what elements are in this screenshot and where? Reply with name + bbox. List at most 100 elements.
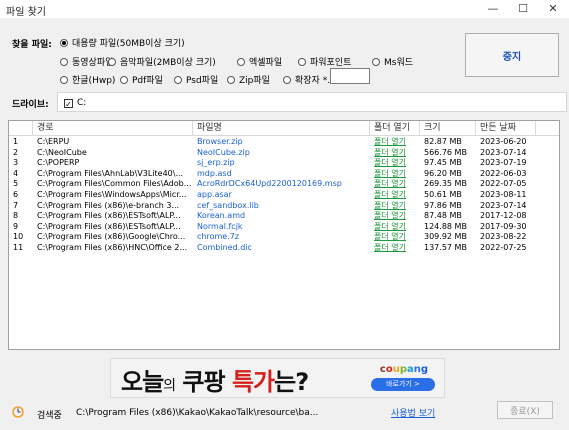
cell-date: 2022-07-05 — [480, 179, 527, 189]
cell-open-folder-link[interactable]: 폴더 열기 — [370, 190, 420, 200]
title-bar: 파일 찾기 — ☐ ✕ — [0, 0, 569, 18]
cell-filename: cef_sandbox.lib — [197, 200, 259, 210]
radio-dot[interactable] — [237, 57, 245, 66]
radio-dot[interactable] — [60, 38, 68, 47]
col-open-folder[interactable]: 폴더 열기 — [370, 121, 420, 135]
radio-msword[interactable]: Ms워드 — [372, 55, 413, 68]
table-row[interactable]: 11 C:\Program Files (x86)\HNC\Office 2...… — [9, 243, 559, 253]
coupang-logo: coupang — [379, 364, 429, 375]
loading-spinner-icon — [12, 406, 24, 418]
cell-size: 50.61 MB — [424, 190, 462, 199]
radio-video[interactable]: 동영상파일 — [60, 55, 113, 68]
cell-size: 269.35 MB — [424, 179, 467, 189]
cell-path: C:\POPERP — [37, 158, 80, 168]
status-label: 검색중 — [37, 411, 62, 421]
radio-powerpoint[interactable]: 파워포인트 — [298, 55, 351, 68]
table-row[interactable]: 9 C:\Program Files (x86)\ESTsoft\ALP... No… — [9, 222, 559, 232]
col-size[interactable]: 크기 — [420, 121, 476, 135]
cell-open-folder-link[interactable]: 폴더 열기 — [370, 148, 420, 158]
cell-size: 96.20 MB — [424, 168, 462, 178]
radio-zip[interactable]: Zip파일 — [227, 73, 270, 86]
cell-open-folder-link[interactable]: 폴더 열기 — [370, 222, 420, 232]
table-row[interactable]: 1 C:\ERPU Browser.zip 폴더 열기 82.87 MB 2023-06-… — [9, 137, 559, 147]
close-button[interactable]: ✕ — [538, 0, 568, 18]
cell-path: C:\Program Files (x86)\HNC\Office 2... — [37, 243, 188, 252]
cell-open-folder-link[interactable]: 폴더 열기 — [370, 243, 420, 253]
cell-filename: app.asar — [197, 190, 232, 199]
radio-dot[interactable] — [283, 75, 291, 84]
radio-pdf[interactable]: Pdf파일 — [120, 73, 163, 86]
cell-open-folder-link[interactable]: 폴더 열기 — [370, 137, 420, 147]
ad-word: 는? — [274, 368, 309, 396]
drive-item-c[interactable]: ✓ C: — [64, 98, 87, 109]
table-row[interactable]: 2 C:\NeoICube NeoICube.zip 폴더 열기 566.76 MB 20… — [9, 148, 559, 158]
cell-open-folder-link[interactable]: 폴더 열기 — [370, 169, 420, 179]
cell-filename: Normal.fcjk — [197, 221, 243, 231]
radio-label: 한글(Hwp) — [72, 76, 116, 86]
cell-path: C:\Program Files (x86)\e-branch 3... — [37, 200, 180, 210]
table-row[interactable]: 5 C:\Program Files\Common Files\Adob... Ac… — [9, 179, 559, 189]
col-filename[interactable]: 파일명 — [193, 121, 370, 135]
coupang-block: coupang 바로가기 > — [371, 364, 437, 394]
cell-size: 137.57 MB — [424, 243, 467, 252]
radio-label: Zip파일 — [239, 76, 270, 86]
minimize-button[interactable]: — — [478, 0, 508, 18]
help-link[interactable]: 사용법 보기 — [391, 406, 435, 419]
cell-index: 11 — [13, 243, 24, 252]
cell-index: 10 — [13, 232, 24, 242]
cell-size: 97.86 MB — [424, 200, 462, 210]
table-row[interactable]: 10 C:\Program Files (x86)\Google\Chro... c… — [9, 232, 559, 242]
cell-path: C:\NeoICube — [37, 147, 87, 157]
radio-dot[interactable] — [60, 57, 68, 66]
coupang-cta-button[interactable]: 바로가기 > — [371, 378, 435, 391]
radio-hwp[interactable]: 한글(Hwp) — [60, 73, 115, 86]
cell-open-folder-link[interactable]: 폴더 열기 — [370, 158, 420, 168]
radio-label: 확장자 *. — [295, 76, 331, 86]
table-row[interactable]: 8 C:\Program Files (x86)\ESTsoft\ALP... Ko… — [9, 211, 559, 221]
table-header: 경로 파일명 폴더 열기 크기 만든 날짜 — [9, 121, 559, 136]
table-row[interactable]: 6 C:\Program Files\WindowsApps\Micr... app… — [9, 190, 559, 200]
cell-date: 2023-08-11 — [480, 190, 527, 199]
radio-dot[interactable] — [298, 57, 306, 66]
cell-open-folder-link[interactable]: 폴더 열기 — [370, 179, 420, 189]
stop-button[interactable]: 중지 — [465, 33, 559, 77]
ad-banner[interactable]: 오늘의 쿠팡 특가는? coupang 바로가기 > — [110, 358, 445, 398]
col-path[interactable]: 경로 — [33, 121, 193, 135]
radio-label: 대용량 파일(50MB이상 크기) — [72, 39, 185, 49]
radio-excel[interactable]: 엑셀파일 — [237, 55, 282, 68]
cell-filename: mdp.asd — [197, 168, 232, 178]
ad-word: 특가 — [231, 368, 275, 396]
col-index — [9, 121, 33, 135]
table-row[interactable]: 7 C:\Program Files (x86)\e-branch 3... cef… — [9, 201, 559, 211]
drive-checkbox[interactable]: ✓ — [64, 98, 73, 109]
radio-dot[interactable] — [108, 57, 116, 66]
exit-button[interactable]: 종료(X) — [497, 401, 553, 419]
cell-filename: AcroRdrDCx64Upd2200120169.msp — [197, 179, 342, 189]
maximize-button[interactable]: ☐ — [508, 0, 538, 18]
cell-date: 2023-08-22 — [480, 232, 527, 242]
radio-dot[interactable] — [372, 57, 380, 66]
radio-large-files[interactable]: 대용량 파일(50MB이상 크기) — [60, 36, 185, 49]
radio-dot[interactable] — [60, 75, 68, 84]
radio-dot[interactable] — [227, 75, 235, 84]
radio-label: Ms워드 — [384, 58, 414, 68]
radio-extension[interactable]: 확장자 *. — [283, 73, 330, 86]
drive-item-label: C: — [77, 98, 87, 108]
cell-path: C:\Program Files (x86)\ESTsoft\ALP... — [37, 221, 181, 231]
ad-word: 쿠팡 — [175, 368, 232, 396]
cell-open-folder-link[interactable]: 폴더 열기 — [370, 201, 420, 211]
extension-input[interactable] — [330, 68, 370, 84]
cell-size: 97.45 MB — [424, 158, 462, 168]
radio-dot[interactable] — [120, 75, 128, 84]
radio-dot[interactable] — [174, 75, 182, 84]
table-row[interactable]: 3 C:\POPERP sj_erp.zip 폴더 열기 97.45 MB 2023-07… — [9, 158, 559, 168]
radio-psd[interactable]: Psd파일 — [174, 73, 218, 86]
cell-filename: sj_erp.zip — [197, 158, 235, 168]
table-row[interactable]: 4 C:\Program Files\AhnLab\V3Lite40\... mdp… — [9, 169, 559, 179]
cell-open-folder-link[interactable]: 폴더 열기 — [370, 232, 420, 242]
drive-list: ✓ C: — [57, 92, 567, 112]
cell-path: C:\Program Files (x86)\Google\Chro... — [37, 232, 186, 242]
col-date[interactable]: 만든 날짜 — [476, 121, 536, 135]
radio-music[interactable]: 음악파일(2MB이상 크기) — [108, 55, 216, 68]
cell-open-folder-link[interactable]: 폴더 열기 — [370, 211, 420, 221]
